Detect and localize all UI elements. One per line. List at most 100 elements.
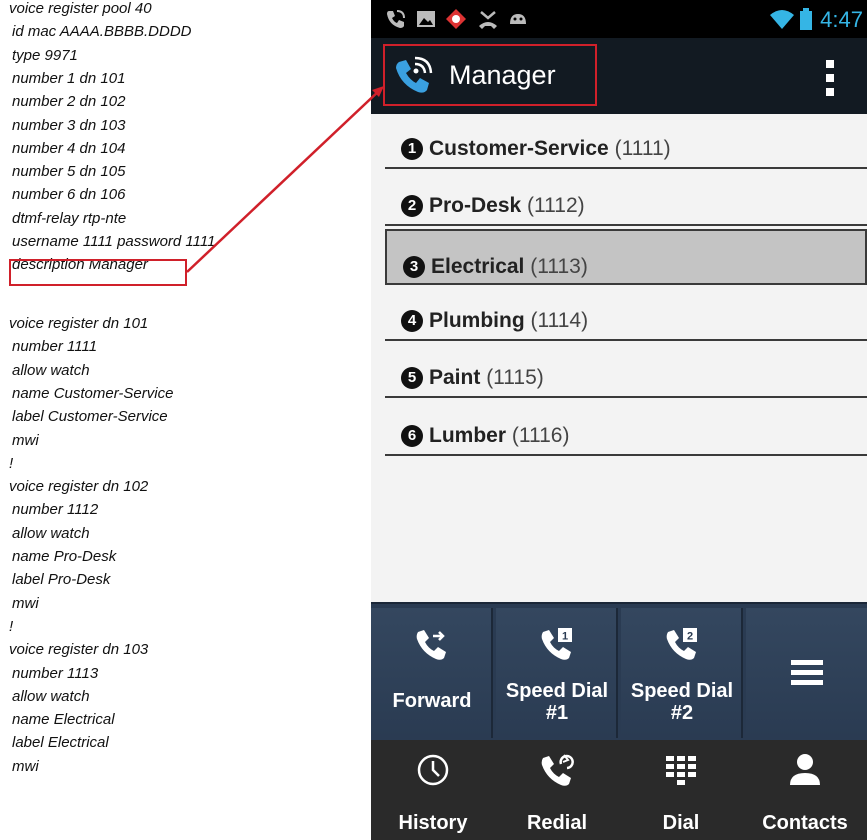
description-highlight-box — [9, 259, 187, 286]
call-forward-icon — [416, 630, 446, 660]
config-line: number 3 dn 103 — [12, 116, 126, 134]
config-line: name Electrical — [12, 711, 115, 729]
app-title: Manager — [449, 60, 556, 90]
config-line: allow watch — [12, 524, 90, 542]
line-item[interactable]: 1 Customer-Service (1111) — [385, 113, 867, 169]
config-line: mwi — [12, 757, 39, 775]
app-notification-icon — [446, 9, 466, 29]
tab-history[interactable]: History — [371, 740, 495, 840]
line-label: Plumbing (1114) — [429, 309, 588, 333]
line-item[interactable]: 2 Pro-Desk (1112) — [385, 170, 867, 227]
line-name: Electrical — [431, 254, 525, 278]
config-line: username 1111 password 1111 — [12, 233, 216, 250]
line-name: Customer-Service — [429, 137, 609, 160]
speed-dial-2-badge: 2 — [687, 631, 693, 643]
line-index-badge: 1 — [401, 138, 423, 160]
phone-wifi-icon[interactable] — [391, 52, 437, 98]
tab-history-label: History — [398, 812, 468, 834]
tab-redial[interactable]: Redial — [495, 740, 619, 840]
speed-dial-1-badge: 1 — [562, 631, 568, 643]
bottom-tab-bar: History Redial Dial Contacts — [371, 740, 867, 840]
config-line: mwi — [12, 431, 39, 449]
tab-dial[interactable]: Dial — [619, 740, 743, 840]
config-line: mwi — [12, 594, 39, 612]
line-number: (1115) — [486, 366, 544, 390]
config-line: label Electrical — [12, 734, 109, 752]
line-number: (1114) — [530, 308, 589, 332]
speed-dial-1-button[interactable]: 1 Speed Dial #1 — [496, 608, 618, 738]
line-item[interactable]: 3 Electrical (1113) — [385, 228, 867, 285]
config-line: number 1112 — [12, 501, 99, 519]
config-line: number 1 dn 101 — [12, 69, 126, 87]
phone-screen: 4:47 Manager 1 Customer-Service (1111) 2 Pr… — [371, 0, 867, 840]
config-line: name Pro-Desk — [12, 548, 117, 565]
action-bar: Manager — [371, 38, 867, 114]
config-line: type 9971 — [12, 46, 78, 64]
config-line: ! — [9, 454, 14, 472]
forward-button[interactable]: Forward — [371, 608, 493, 738]
android-icon — [510, 14, 526, 24]
line-name: Pro-Desk — [429, 194, 522, 218]
config-line: ! — [9, 617, 14, 635]
line-label: Lumber (1116) — [429, 424, 569, 448]
tab-redial-label: Redial — [526, 812, 588, 834]
line-number: (1111) — [614, 137, 671, 160]
clock-icon — [417, 754, 449, 786]
missed-call-icon — [479, 11, 497, 29]
line-name: Lumber — [429, 423, 507, 447]
config-line: number 1113 — [12, 664, 99, 682]
line-item[interactable]: 5 Paint (1115) — [385, 342, 867, 399]
tab-contacts-label: Contacts — [762, 812, 848, 834]
person-icon — [790, 754, 820, 785]
line-name: Plumbing — [429, 308, 525, 332]
line-index-badge: 4 — [401, 309, 423, 332]
dialpad-icon — [666, 756, 696, 785]
config-line: allow watch — [12, 687, 90, 705]
overflow-menu-icon[interactable] — [823, 60, 837, 96]
tab-contacts[interactable]: Contacts — [743, 740, 867, 840]
line-name: Paint — [429, 366, 481, 390]
softkey-bar: Forward 1 Speed Dial #1 2 Speed Dial #2 — [371, 602, 867, 741]
config-line: dtmf-relay rtp-nte — [12, 209, 127, 227]
line-number: (1112) — [527, 194, 585, 218]
config-line: id mac AAAA.BBBB.DDDD — [12, 23, 192, 41]
line-label: Paint (1115) — [429, 366, 544, 390]
config-line: voice register dn 103 — [9, 641, 149, 659]
menu-icon — [791, 660, 823, 685]
more-menu-button[interactable] — [746, 608, 867, 738]
phone-status-icon — [387, 10, 405, 28]
speed-dial-1-label-line1: Speed Dial — [505, 680, 609, 702]
forward-label: Forward — [392, 690, 472, 712]
config-line: voice register pool 40 — [9, 0, 152, 17]
line-item[interactable]: 6 Lumber (1116) — [385, 400, 867, 456]
config-line: label Pro-Desk — [12, 571, 111, 589]
config-line: name Customer-Service — [12, 384, 174, 402]
line-index-badge: 2 — [401, 195, 423, 218]
config-line: number 6 dn 106 — [12, 186, 126, 204]
speed-dial-1-label-line2: #1 — [545, 702, 569, 724]
battery-icon — [800, 8, 812, 30]
speed-dial-2-label-line1: Speed Dial — [630, 680, 734, 702]
config-line: number 4 dn 104 — [12, 139, 126, 157]
status-bar: 4:47 — [371, 0, 867, 38]
line-index-badge: 6 — [401, 424, 423, 447]
line-item[interactable]: 4 Plumbing (1114) — [385, 285, 867, 341]
config-line: number 1111 — [12, 338, 98, 356]
line-index-badge: 5 — [401, 367, 423, 390]
config-line: number 5 dn 105 — [12, 163, 126, 181]
image-icon — [417, 11, 435, 27]
speed-dial-2-label-line2: #2 — [670, 702, 694, 724]
wifi-icon — [770, 10, 794, 29]
status-time: 4:47 — [820, 7, 863, 32]
config-line: number 2 dn 102 — [12, 93, 126, 111]
line-number: (1113) — [530, 254, 588, 278]
config-line: voice register dn 102 — [9, 478, 149, 496]
speed-dial-1-icon: 1 — [541, 628, 572, 660]
line-index-badge: 3 — [403, 255, 425, 278]
speed-dial-2-button[interactable]: 2 Speed Dial #2 — [621, 608, 743, 738]
line-number: (1116) — [511, 423, 570, 447]
config-line: label Customer-Service — [12, 408, 168, 426]
config-line: voice register dn 101 — [9, 315, 149, 332]
line-label: Pro-Desk (1112) — [429, 194, 585, 218]
tab-dial-label: Dial — [662, 812, 700, 834]
